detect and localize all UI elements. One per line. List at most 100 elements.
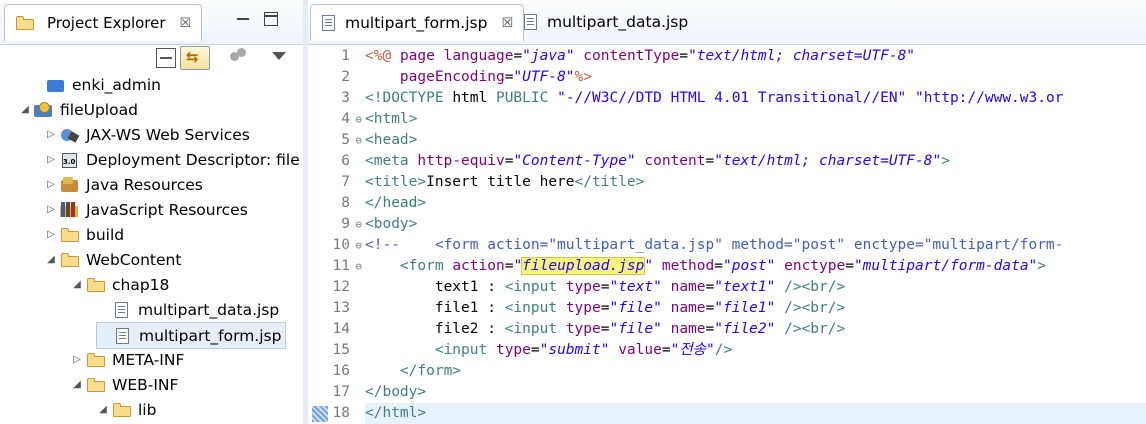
file-icon <box>112 301 132 318</box>
tree-item-label: Java Resources <box>86 175 203 194</box>
code-line[interactable]: <title>Insert title here</title> <box>365 172 1146 193</box>
tree-item-label: JAX-WS Web Services <box>86 125 250 144</box>
folder-icon <box>60 252 80 268</box>
editor-area: multipart_form.jsp ☒ multipart_data.jsp … <box>308 0 1146 424</box>
focus-icon[interactable] <box>230 48 250 68</box>
code-line[interactable]: <html> <box>365 109 1146 130</box>
tree-item[interactable]: ▷ JavaScript Resources <box>44 197 248 222</box>
folder-icon <box>86 352 106 368</box>
tree-item[interactable]: ▷ Java Resources <box>44 172 203 197</box>
line-number: 1 <box>341 48 350 64</box>
collapse-arrow-icon[interactable]: ◢ <box>70 279 84 290</box>
tree-item[interactable]: enki_admin <box>30 72 161 97</box>
expand-arrow-icon[interactable]: ▷ <box>44 129 58 140</box>
line-number: 14 <box>332 321 350 337</box>
tree-item[interactable]: multipart_data.jsp <box>96 297 279 322</box>
code-line[interactable]: file1 : <input type="file" name="file1" … <box>365 298 1146 319</box>
code-line[interactable]: </form> <box>365 361 1146 382</box>
code-line[interactable]: pageEncoding="UTF-8"%> <box>365 67 1146 88</box>
view-menu-icon[interactable] <box>272 52 286 60</box>
line-number: 16 <box>332 363 350 379</box>
code-line[interactable]: text1 : <input type="text" name="text1" … <box>365 277 1146 298</box>
expand-arrow-icon[interactable]: ▷ <box>44 179 58 190</box>
tree-item[interactable]: ◢ fileUpload <box>18 97 138 122</box>
gutter-line: 2 <box>308 67 364 88</box>
expand-arrow-icon[interactable]: ▷ <box>70 354 84 365</box>
link-with-editor-icon[interactable]: ⇆ <box>180 46 210 70</box>
line-number: 3 <box>341 90 350 106</box>
collapse-arrow-icon[interactable]: ◢ <box>96 404 110 415</box>
line-number: 10 <box>332 237 350 253</box>
code-line[interactable]: <body> <box>365 214 1146 235</box>
fold-toggle-icon[interactable]: ⊖ <box>355 256 362 277</box>
dd-icon <box>60 152 80 168</box>
editor-tabs: multipart_form.jsp ☒ multipart_data.jsp <box>308 0 1146 45</box>
code-line[interactable]: file2 : <input type="file" name="file2" … <box>365 319 1146 340</box>
tree-item-label: WEB-INF <box>112 375 179 394</box>
tree-item-label: META-INF <box>112 350 185 369</box>
tree-item[interactable]: ◢ WEB-INF <box>70 372 178 397</box>
close-icon[interactable]: ☒ <box>501 16 513 31</box>
folder-icon <box>86 377 106 393</box>
folder-icon <box>60 227 80 243</box>
collapse-arrow-icon[interactable]: ◢ <box>44 254 58 265</box>
fold-toggle-icon[interactable]: ⊖ <box>355 109 362 130</box>
collapse-arrow-icon[interactable]: ◢ <box>70 379 84 390</box>
maximize-icon[interactable] <box>264 12 278 26</box>
tab-multipart-form-jsp[interactable]: multipart_form.jsp ☒ <box>310 4 525 41</box>
tree-item[interactable]: ▷ Deployment Descriptor: file <box>44 147 300 172</box>
code-line[interactable]: <%@ page language="java" contentType="te… <box>365 46 1146 67</box>
tree-item-label: WebContent <box>86 250 182 269</box>
code-line[interactable]: </body> <box>365 382 1146 403</box>
expand-arrow-icon[interactable]: ▷ <box>44 154 58 165</box>
jaxws-icon <box>60 127 80 143</box>
tree-item-label: build <box>86 225 125 244</box>
project-explorer-header: Project Explorer ☒ <box>0 0 303 45</box>
close-icon[interactable]: ☒ <box>180 16 192 31</box>
tree-item[interactable]: ◢ chap18 <box>70 272 169 297</box>
code-line[interactable]: <!-- <form action="multipart_data.jsp" m… <box>365 235 1146 256</box>
tab-project-explorer[interactable]: Project Explorer ☒ <box>4 4 203 41</box>
code-line[interactable]: <form action="fileupload.jsp" method="po… <box>365 256 1146 277</box>
code-line[interactable]: <meta http-equiv="Content-Type" content=… <box>365 151 1146 172</box>
code-line[interactable]: <head> <box>365 130 1146 151</box>
webproj-icon <box>34 101 54 118</box>
jsp-file-icon <box>319 15 339 31</box>
code-line[interactable]: </html> <box>365 403 1146 424</box>
tree-item[interactable]: ◢ WebContent <box>44 247 181 272</box>
file-icon <box>113 327 133 344</box>
annotation-marker-icon[interactable] <box>312 406 328 422</box>
tab-multipart-data-jsp[interactable]: multipart_data.jsp <box>513 4 698 40</box>
gutter-line: 10 ⊖ <box>308 235 364 256</box>
fold-toggle-icon[interactable]: ⊖ <box>355 214 362 235</box>
collapse-all-icon[interactable] <box>156 48 176 68</box>
line-number: 6 <box>341 153 350 169</box>
code-line[interactable]: <!DOCTYPE html PUBLIC "-//W3C//DTD HTML … <box>365 88 1146 109</box>
jsp-file-icon <box>521 14 541 30</box>
expand-arrow-icon[interactable]: ▷ <box>44 204 58 215</box>
tree-item[interactable]: ▷ JAX-WS Web Services <box>44 122 250 147</box>
tree-item[interactable]: multipart_form.jsp <box>96 322 287 349</box>
folder-icon <box>86 277 106 293</box>
code-line[interactable]: </head> <box>365 193 1146 214</box>
code-editor[interactable]: 1 <%@ page language="java" contentType="t… <box>308 44 1146 424</box>
tree-item[interactable]: ◢ lib <box>96 397 156 422</box>
fold-toggle-icon[interactable]: ⊖ <box>355 235 362 256</box>
gutter-line: 13 <box>308 298 364 319</box>
gutter-line: 9 ⊖ <box>308 214 364 235</box>
gutter-line: 3 <box>308 88 364 109</box>
collapse-arrow-icon[interactable]: ◢ <box>18 104 32 115</box>
minimize-icon[interactable] <box>236 12 250 26</box>
gutter-line: 4 ⊖ <box>308 109 364 130</box>
tree-item[interactable]: ▷ build <box>44 222 124 247</box>
project-explorer: Project Explorer ☒ ⇆ enki_admin ◢ fileUplo… <box>0 0 303 424</box>
tree-item[interactable]: ▷ META-INF <box>70 347 184 372</box>
gutter-line: 14 <box>308 319 364 340</box>
gutter-line: 18 <box>308 403 364 424</box>
link-with-editor-glyph: ⇆ <box>186 48 199 66</box>
fold-toggle-icon[interactable]: ⊖ <box>355 130 362 151</box>
code-line[interactable]: <input type="submit" value="전송"/> <box>365 340 1146 361</box>
tree-item-label: enki_admin <box>72 75 161 94</box>
gutter-line: 6 <box>308 151 364 172</box>
expand-arrow-icon[interactable]: ▷ <box>44 229 58 240</box>
